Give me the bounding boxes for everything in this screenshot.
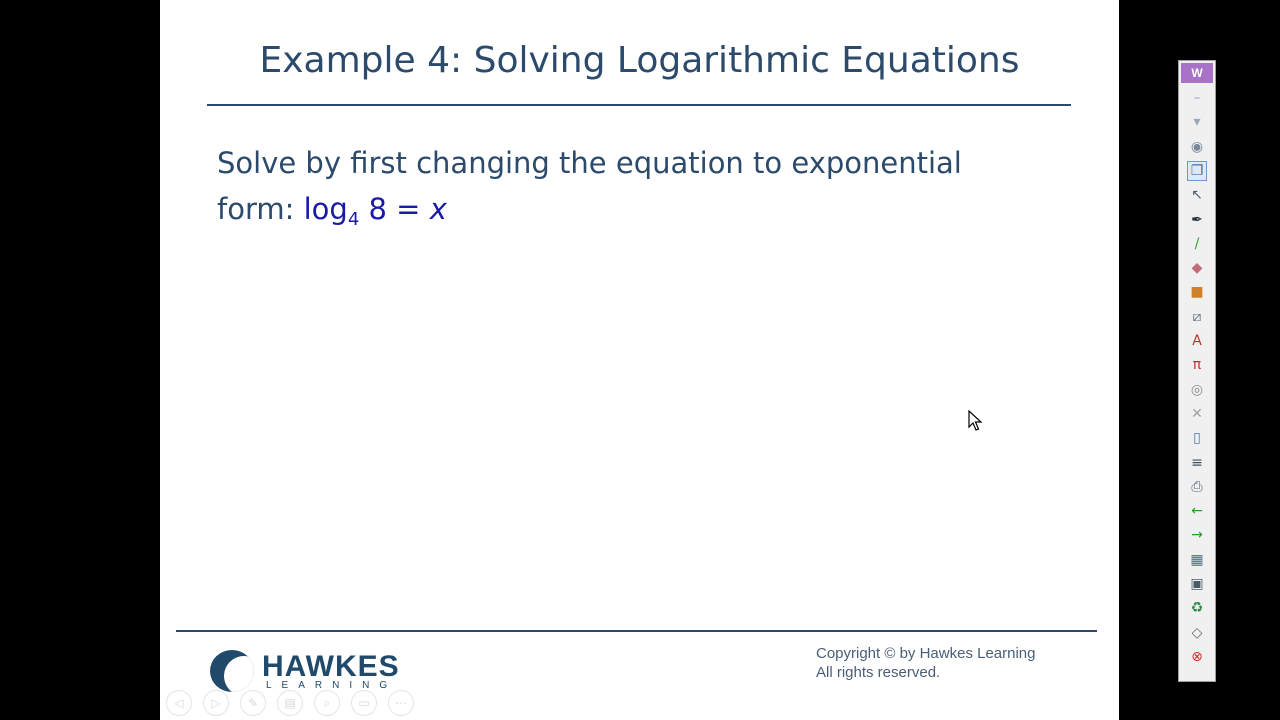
slide: Example 4: Solving Logarithmic Equations…: [160, 0, 1119, 720]
equation-icon[interactable]: π: [1188, 356, 1206, 374]
pen-icon[interactable]: ✒: [1188, 211, 1206, 229]
print-icon[interactable]: ⎙: [1188, 478, 1206, 496]
title-divider: [207, 104, 1071, 106]
shapes-icon[interactable]: ■: [1188, 283, 1206, 301]
mouse-cursor-icon: [968, 410, 983, 431]
instruction-line-2: form: log4 8 = x: [217, 186, 1037, 243]
chevron-icon[interactable]: ▾: [1188, 113, 1206, 131]
copyright-line-2: All rights reserved.: [816, 664, 941, 681]
highlighter-icon[interactable]: /: [1188, 235, 1206, 253]
back-arrow-icon[interactable]: ←: [1188, 502, 1206, 520]
text-icon[interactable]: A: [1188, 332, 1206, 350]
equation-variable: x: [429, 192, 447, 226]
mouse-icon[interactable]: ◉: [1188, 138, 1206, 156]
instruction-form-label: form:: [217, 192, 295, 226]
instruction-line-1: Solve by first changing the equation to …: [217, 146, 962, 180]
log-base: 4: [347, 209, 360, 230]
more-options-button[interactable]: ⋯: [388, 690, 414, 716]
logo-name: HAWKES: [262, 650, 400, 683]
pen-button[interactable]: ✎: [240, 690, 266, 716]
previous-slide-button[interactable]: ◁: [166, 690, 192, 716]
recycle-icon[interactable]: ♻: [1188, 599, 1206, 617]
screen-button[interactable]: ▭: [351, 690, 377, 716]
pointer-icon[interactable]: ↖: [1188, 186, 1206, 204]
annotation-toolbar: W – ▾ ◉ ❐ ↖ ✒ / ◆ ■ ⧄ Aπ ◎ ✕ ▯ ≡ ⎙ ← → ▦ ▣ ♻ ◇ ⊗: [1178, 60, 1216, 682]
eraser-icon[interactable]: ◆: [1188, 259, 1206, 277]
hawkes-logo: HAWKES LEARNING: [210, 650, 410, 692]
log-equation: log4 8 = x: [303, 192, 447, 230]
layout-icon[interactable]: ≡: [1188, 454, 1206, 472]
copyright-line-1: Copyright © by Hawkes Learning: [816, 645, 1036, 662]
tag-icon[interactable]: ◇: [1188, 624, 1206, 642]
clear-icon[interactable]: ✕: [1188, 405, 1206, 423]
close-icon[interactable]: ⊗: [1188, 648, 1206, 666]
save-icon[interactable]: ▣: [1188, 575, 1206, 593]
minimize-icon[interactable]: –: [1188, 89, 1206, 107]
table-icon[interactable]: ▦: [1188, 551, 1206, 569]
toolbar-header[interactable]: W: [1181, 63, 1213, 83]
page-icon[interactable]: ▯: [1188, 429, 1206, 447]
copy-slides-icon[interactable]: ❐: [1187, 160, 1207, 181]
slides-view-button[interactable]: ▤: [277, 690, 303, 716]
line-icon[interactable]: ⧄: [1188, 308, 1206, 326]
hawk-icon: [210, 650, 254, 692]
log-function: log: [303, 192, 348, 226]
forward-arrow-icon[interactable]: →: [1188, 526, 1206, 544]
equals-sign: =: [396, 192, 421, 226]
zoom-button[interactable]: ⌕: [314, 690, 340, 716]
footer-divider: [176, 630, 1097, 632]
copyright-notice: Copyright © by Hawkes Learning All right…: [816, 644, 1036, 682]
slide-title: Example 4: Solving Logarithmic Equations: [259, 40, 1020, 81]
screenshot-icon[interactable]: ◎: [1188, 381, 1206, 399]
next-slide-button[interactable]: ▷: [203, 690, 229, 716]
slideshow-controls: ◁ ▷ ✎ ▤ ⌕ ▭ ⋯: [166, 690, 414, 716]
log-argument: 8: [368, 192, 387, 226]
slide-instruction: Solve by first changing the equation to …: [217, 140, 1037, 243]
